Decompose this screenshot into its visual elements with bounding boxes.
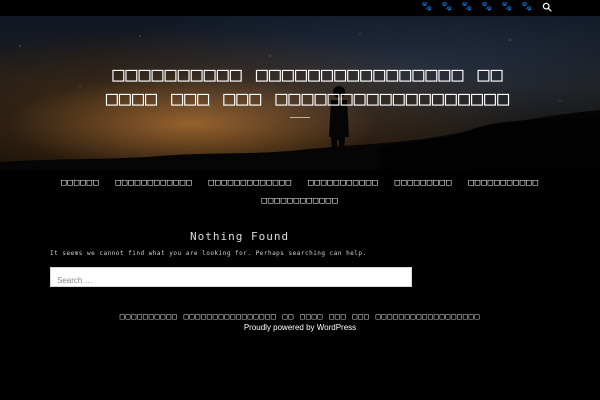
footer-site-name[interactable]: □□□□□□□□□□ □□□□□□□□□□□□□□□□ □□ □□□□ □□□ … [0, 312, 600, 322]
nav-item-1[interactable]: □□□□□□ [61, 176, 100, 190]
tree-silhouette [395, 148, 471, 170]
social-icon[interactable]: 🐾 [421, 2, 432, 12]
social-icon[interactable]: 🐾 [501, 2, 512, 12]
powered-by-link[interactable]: Proudly powered by WordPress [244, 323, 356, 332]
mountain-silhouette [0, 110, 600, 170]
social-icon[interactable]: 🐾 [441, 2, 452, 12]
top-bar: 🐾 🐾 🐾 🐾 🐾 🐾 [0, 0, 600, 16]
main-navigation: □□□□□□ □□□□□□□□□□□□ □□□□□□□□□□□□□ □□□□□□… [0, 176, 600, 208]
nav-item-2[interactable]: □□□□□□□□□□□□ [116, 176, 193, 190]
nav-item-3[interactable]: □□□□□□□□□□□□□ [209, 176, 292, 190]
search-input[interactable] [51, 271, 411, 290]
nav-item-4[interactable]: □□□□□□□□□□□ [308, 176, 379, 190]
site-footer: □□□□□□□□□□ □□□□□□□□□□□□□□□□ □□ □□□□ □□□ … [0, 312, 600, 333]
title-underline [290, 117, 310, 118]
social-icon[interactable]: 🐾 [521, 2, 532, 12]
nav-row-2: □□□□□□□□□□□□ [0, 194, 600, 208]
social-icons: 🐾 🐾 🐾 🐾 🐾 🐾 [421, 2, 552, 12]
search-form [50, 267, 412, 290]
nav-item-5[interactable]: □□□□□□□□□ [395, 176, 453, 190]
nav-item-6[interactable]: □□□□□□□□□□□ [468, 176, 539, 190]
footer-powered-by: Proudly powered by WordPress [0, 323, 600, 333]
notfound-message: It seems we cannot find what you are loo… [50, 250, 367, 257]
nav-row-1: □□□□□□ □□□□□□□□□□□□ □□□□□□□□□□□□□ □□□□□□… [0, 176, 600, 190]
search-icon[interactable] [542, 2, 552, 12]
site-title[interactable]: □□□□□□□□□□ □□□□□□□□□□□□□□□□ □□ □□□□ □□□ … [28, 62, 588, 110]
nav-item-7[interactable]: □□□□□□□□□□□□ [261, 194, 338, 208]
social-icon[interactable]: 🐾 [461, 2, 472, 12]
social-icon[interactable]: 🐾 [481, 2, 492, 12]
page-title: Nothing Found [190, 230, 290, 243]
